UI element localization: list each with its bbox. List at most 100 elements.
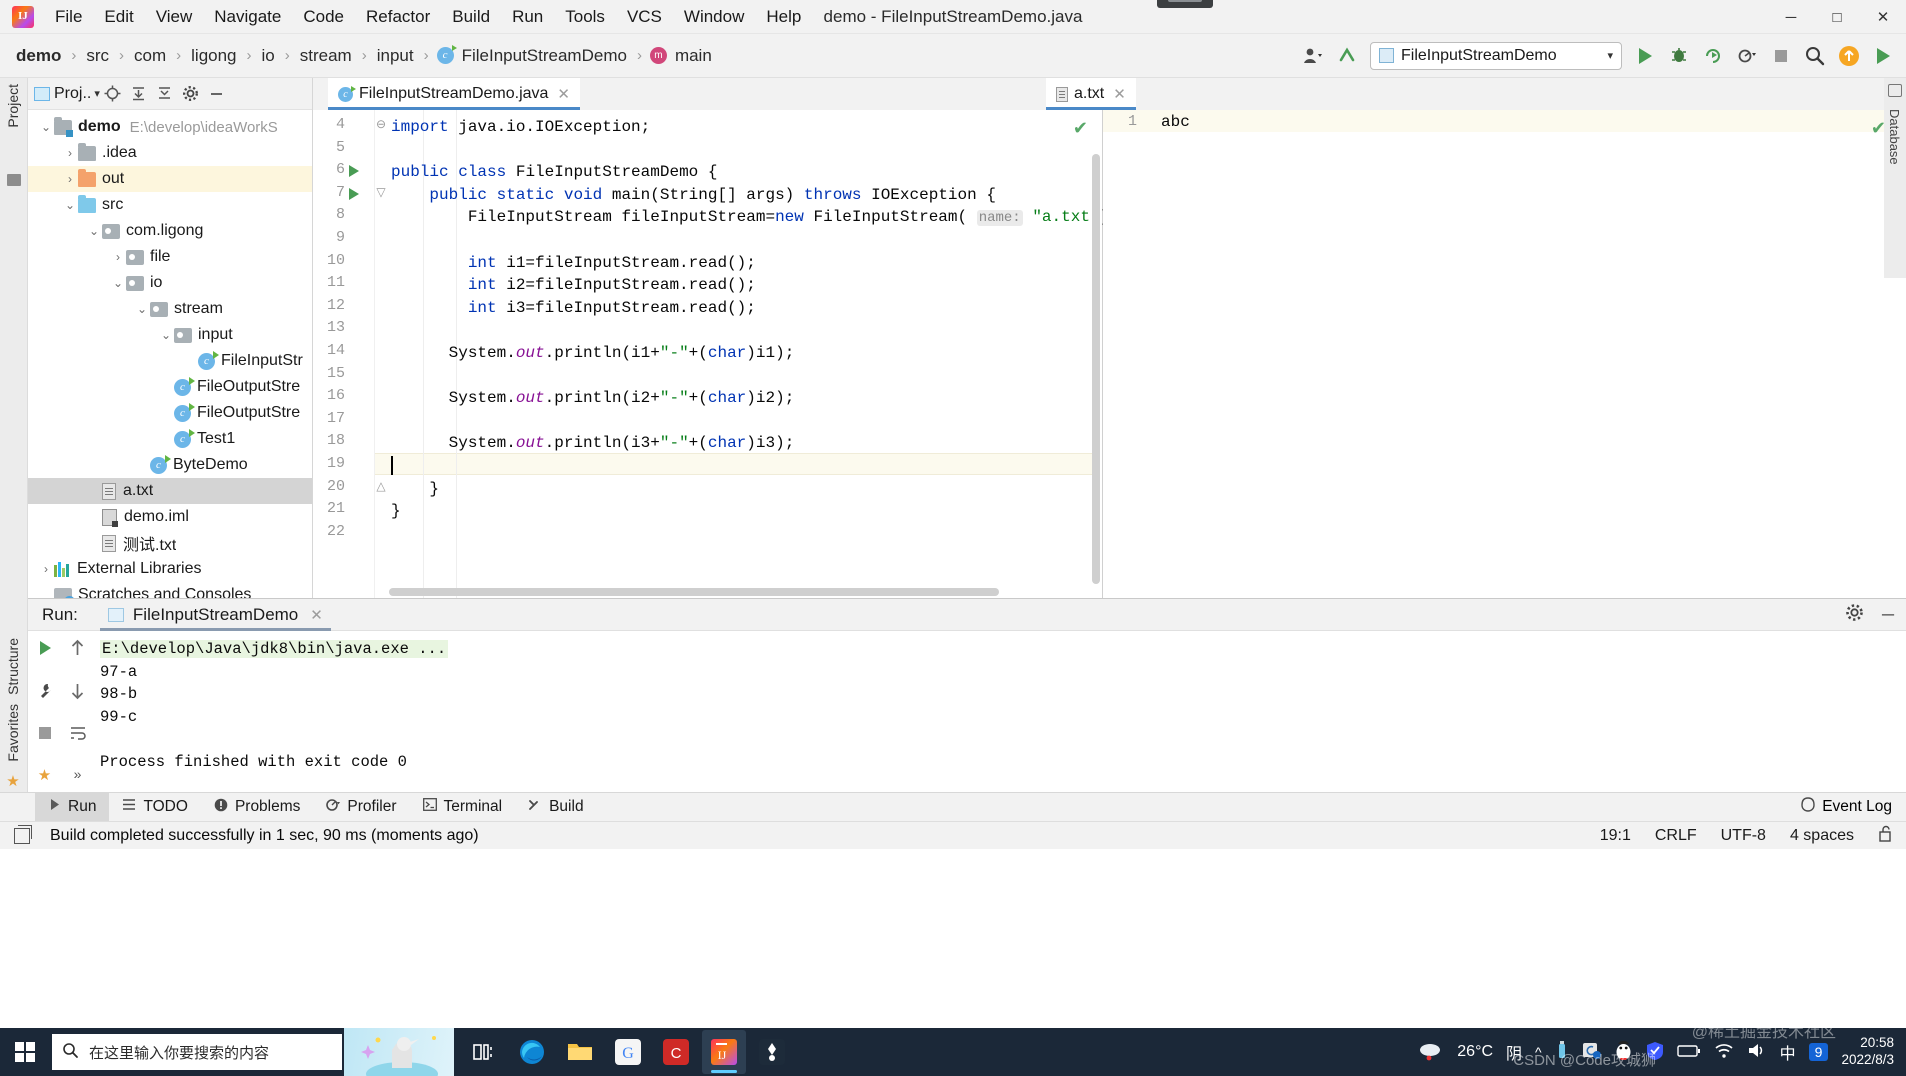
- start-button[interactable]: [0, 1028, 50, 1076]
- chevron-down-icon[interactable]: ⌄: [134, 302, 150, 316]
- tree-node-stream[interactable]: ⌄ stream: [28, 296, 312, 322]
- run-console-output[interactable]: E:\develop\Java\jdk8\bin\java.exe ... 97-…: [100, 631, 1906, 792]
- code-content[interactable]: import java.io.IOException; public class …: [391, 110, 1119, 598]
- maximize-button[interactable]: □: [1814, 0, 1860, 34]
- collapse-all-icon[interactable]: [126, 81, 152, 107]
- taskbar-clock[interactable]: 20:58 2022/8/3: [1841, 1035, 1894, 1069]
- tree-node-com-ligong[interactable]: ⌄ com.ligong: [28, 218, 312, 244]
- close-button[interactable]: ✕: [1860, 0, 1906, 34]
- hide-pane-icon[interactable]: [204, 81, 230, 107]
- menu-build[interactable]: Build: [441, 4, 501, 30]
- tree-node-demo-iml[interactable]: ›demo.iml: [28, 504, 312, 530]
- c-app-icon[interactable]: C: [654, 1030, 698, 1074]
- target-icon[interactable]: [100, 81, 126, 107]
- tree-node-out[interactable]: › out: [28, 166, 312, 192]
- stop-icon[interactable]: [37, 725, 53, 746]
- menu-code[interactable]: Code: [292, 4, 355, 30]
- debug-button[interactable]: [1662, 41, 1696, 71]
- weather-temp[interactable]: 26°C: [1457, 1043, 1493, 1061]
- run-gutter-icon[interactable]: [349, 187, 359, 200]
- tree-node-demo[interactable]: ⌄ demo E:\develop\ideaWorkS: [28, 114, 312, 140]
- battery-icon[interactable]: [1676, 1043, 1701, 1062]
- tree-node-fileinputstr[interactable]: ›cFileInputStr: [28, 348, 312, 374]
- code-fold-icon[interactable]: ⊖: [375, 117, 387, 131]
- editor-horizontal-scrollbar[interactable]: [389, 588, 999, 596]
- chevron-right-icon[interactable]: ›: [110, 250, 126, 264]
- menu-view[interactable]: View: [145, 4, 204, 30]
- chevron-right-icon[interactable]: ›: [62, 172, 78, 186]
- up-arrow-icon[interactable]: [69, 639, 86, 662]
- java-editor[interactable]: 4 5 6 7 8 9 10 11 12 13 14 15 16 17 18 19 20 21 22 import …: [313, 110, 1119, 598]
- intellij-idea-icon[interactable]: IJ: [702, 1030, 746, 1074]
- chevron-right-icon[interactable]: ›: [62, 146, 78, 160]
- close-icon[interactable]: ✕: [1113, 85, 1126, 103]
- stop-button[interactable]: [1764, 41, 1798, 71]
- search-everywhere-arrow-icon[interactable]: [1330, 41, 1364, 71]
- unlocked-icon[interactable]: [1878, 825, 1892, 847]
- task-view-icon[interactable]: [462, 1030, 506, 1074]
- editor-vertical-scrollbar[interactable]: [1092, 154, 1100, 584]
- edge-browser-icon[interactable]: [510, 1030, 554, 1074]
- code-fold-icon[interactable]: △: [375, 479, 387, 493]
- strip-structure-label[interactable]: Structure: [5, 638, 21, 695]
- bottom-tab-todo[interactable]: TODO: [109, 793, 201, 822]
- strip-project-button[interactable]: Project: [5, 84, 21, 133]
- menu-file[interactable]: File: [44, 4, 93, 30]
- tree-node-fileoutputstre[interactable]: ›cFileOutputStre: [28, 374, 312, 400]
- close-icon[interactable]: ✕: [310, 606, 323, 624]
- tree-node-fileoutputstre[interactable]: ›cFileOutputStre: [28, 400, 312, 426]
- settings-gear-icon[interactable]: [1845, 603, 1864, 627]
- tree-node-idea[interactable]: › .idea: [28, 140, 312, 166]
- game-app-icon[interactable]: [750, 1030, 794, 1074]
- breadcrumb-item-com[interactable]: com: [132, 46, 168, 66]
- breadcrumb-item-method[interactable]: main: [673, 46, 714, 66]
- expand-strip-icon[interactable]: »: [74, 766, 82, 782]
- minimize-panel-icon[interactable]: ─: [1882, 605, 1894, 625]
- menu-run[interactable]: Run: [501, 4, 554, 30]
- ime-badge[interactable]: 9: [1808, 1043, 1829, 1061]
- run-tab-fileinputstreamdemo[interactable]: FileInputStreamDemo ✕: [99, 599, 331, 631]
- file-encoding[interactable]: UTF-8: [1721, 827, 1766, 845]
- editor-tab-atxt[interactable]: a.txt ✕: [1046, 78, 1136, 110]
- tree-node-file[interactable]: › file: [28, 244, 312, 270]
- breadcrumb-item-ligong[interactable]: ligong: [189, 46, 238, 66]
- soft-wrap-icon[interactable]: [69, 725, 87, 746]
- menu-edit[interactable]: Edit: [93, 4, 144, 30]
- expand-all-icon[interactable]: [152, 81, 178, 107]
- breadcrumb-item-io[interactable]: io: [260, 46, 277, 66]
- user-profile-icon[interactable]: [1296, 41, 1330, 71]
- run-with-coverage-button[interactable]: [1696, 41, 1730, 71]
- chevron-down-icon[interactable]: ⌄: [62, 198, 78, 212]
- run-green-icon[interactable]: [1866, 41, 1900, 71]
- menu-navigate[interactable]: Navigate: [203, 4, 292, 30]
- tree-node-txt[interactable]: ›测试.txt: [28, 530, 312, 556]
- text-file-content[interactable]: abc: [1161, 113, 1190, 131]
- project-pane-title[interactable]: Proj..: [54, 85, 91, 103]
- file-explorer-icon[interactable]: [558, 1030, 602, 1074]
- editor-gutter[interactable]: 4 5 6 7 8 9 10 11 12 13 14 15 16 17 18 19 20 21 22: [313, 110, 375, 598]
- search-icon[interactable]: [1798, 41, 1832, 71]
- minimize-button[interactable]: ─: [1768, 0, 1814, 34]
- wifi-icon[interactable]: [1714, 1042, 1734, 1062]
- favorites-star-icon[interactable]: ★: [38, 766, 51, 784]
- run-gutter-icon[interactable]: [349, 165, 359, 178]
- taskbar-search-input[interactable]: 在这里输入你要搜索的内容: [52, 1034, 342, 1070]
- wrench-icon[interactable]: [36, 682, 54, 705]
- chevron-down-icon[interactable]: ⌄: [86, 224, 102, 238]
- breadcrumb-item-class[interactable]: FileInputStreamDemo: [460, 46, 629, 66]
- text-editor[interactable]: 1 abc ✔: [1103, 110, 1906, 598]
- strip-database-label[interactable]: Database: [1887, 109, 1902, 165]
- bottom-tab-problems[interactable]: Problems: [201, 793, 313, 822]
- tree-node-a-txt[interactable]: ›a.txt: [28, 478, 312, 504]
- taskbar-news-widget[interactable]: [344, 1028, 454, 1076]
- tree-node-external-libraries[interactable]: › External Libraries: [28, 556, 312, 582]
- chevron-down-icon[interactable]: ⌄: [38, 120, 54, 134]
- chevron-down-icon[interactable]: ⌄: [158, 328, 174, 342]
- menu-tools[interactable]: Tools: [554, 4, 616, 30]
- menu-help[interactable]: Help: [755, 4, 812, 30]
- breadcrumb-item-input[interactable]: input: [375, 46, 416, 66]
- menu-window[interactable]: Window: [673, 4, 755, 30]
- indent-setting[interactable]: 4 spaces: [1790, 827, 1854, 845]
- run-button[interactable]: [1628, 41, 1662, 71]
- favorites-star-icon[interactable]: ★: [6, 772, 19, 790]
